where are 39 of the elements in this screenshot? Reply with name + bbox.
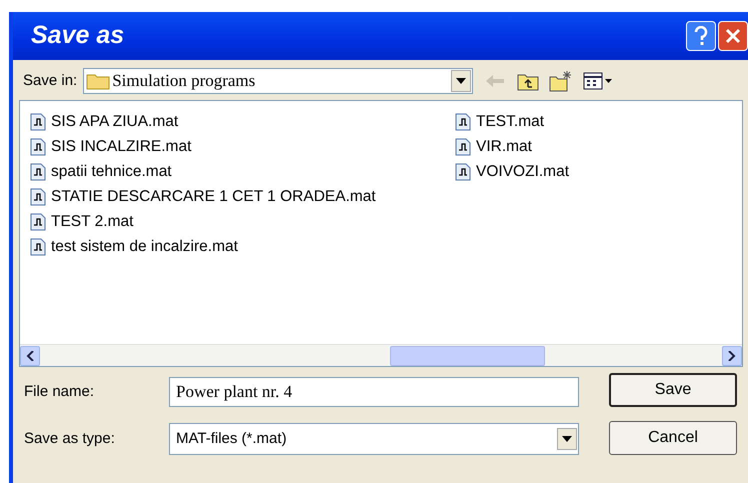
file-icon	[30, 238, 46, 256]
file-name-label: File name:	[24, 382, 96, 402]
file-icon	[455, 138, 471, 156]
file-icon	[30, 112, 46, 130]
file-item[interactable]: VOIVOZI.mat	[455, 159, 732, 184]
file-item[interactable]: STATIE DESCARCARE 1 CET 1 ORADEA.mat	[30, 184, 455, 209]
scroll-right-button[interactable]	[722, 346, 742, 366]
save-as-type-label: Save as type:	[24, 428, 116, 449]
close-button[interactable]	[718, 21, 748, 51]
file-icon	[30, 162, 46, 180]
file-icon	[30, 212, 46, 230]
file-icon	[30, 138, 46, 156]
file-item[interactable]: TEST 2.mat	[30, 209, 455, 234]
file-item[interactable]: SIS INCALZIRE.mat	[30, 134, 455, 159]
file-item[interactable]: VIR.mat	[455, 134, 732, 159]
file-icon	[30, 188, 46, 206]
file-name-field[interactable]: Power plant nr. 4	[169, 377, 579, 407]
caret-icon	[456, 78, 466, 84]
file-icon	[455, 112, 471, 130]
close-icon	[725, 28, 741, 44]
dialog-button[interactable]: Save	[609, 373, 737, 407]
view-menu-icon[interactable]	[583, 71, 614, 91]
file-item[interactable]: SIS APA ZIUA.mat	[30, 109, 455, 134]
scrollbar-thumb[interactable]	[390, 346, 545, 366]
window-title: Save as	[31, 20, 126, 52]
save-in-label: Save in:	[23, 70, 78, 91]
file-item[interactable]: TEST.mat	[455, 109, 732, 134]
save-as-type-dropdown[interactable]: MAT-files (*.mat)	[169, 423, 579, 455]
file-icon	[455, 162, 471, 180]
new-folder-icon[interactable]	[549, 70, 574, 92]
file-item[interactable]: test sistem de incalzire.mat	[30, 234, 455, 259]
scroll-left-button[interactable]	[20, 346, 40, 366]
dialog-button[interactable]: Cancel	[609, 421, 737, 455]
help-icon	[694, 26, 708, 46]
folder-icon	[86, 72, 110, 90]
file-item[interactable]: spatii tehnice.mat	[30, 159, 455, 184]
caret-icon	[562, 436, 572, 442]
help-button[interactable]	[686, 21, 716, 51]
save-in-dropdown[interactable]: Simulation programs	[83, 68, 474, 94]
